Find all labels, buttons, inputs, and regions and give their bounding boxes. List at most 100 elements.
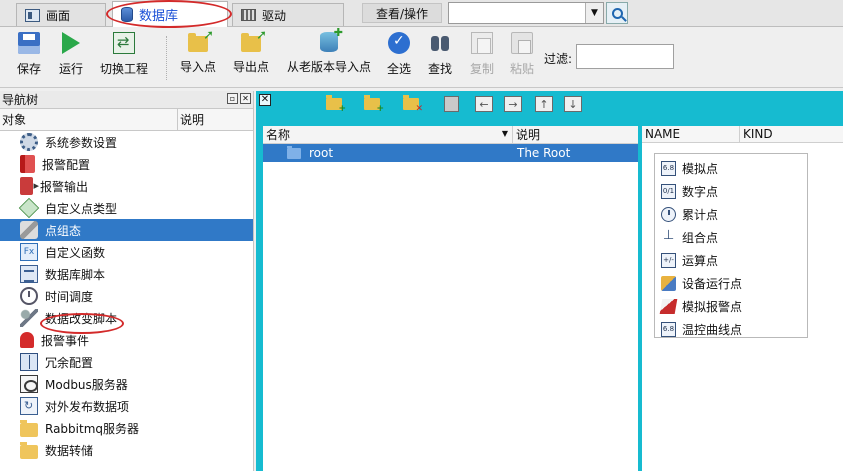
nav-item-system-params[interactable]: 系统参数设置 (0, 131, 253, 153)
tab-label: 驱动 (262, 8, 287, 23)
nav-item-label: 报警输出 (40, 179, 89, 194)
table-row[interactable]: root The Root (263, 144, 638, 162)
run-button[interactable]: 运行 (59, 32, 83, 77)
nav-item-alarm-output[interactable]: 报警输出 (0, 175, 253, 197)
export-folder-icon (241, 28, 267, 52)
import-legacy-button[interactable]: 从老版本导入点 (287, 26, 371, 75)
paste-button[interactable]: 粘贴 (510, 32, 534, 77)
kind-accumulate[interactable]: 累计点 (655, 203, 807, 226)
nav-tree-title: 导航树 (2, 93, 39, 107)
col-object[interactable]: 对象 (0, 109, 178, 130)
restore-icon[interactable]: ▫ (227, 93, 238, 104)
nav-item-point-type[interactable]: 自定义点类型 (0, 197, 253, 219)
nav-item-modbus[interactable]: Modbus服务器 (0, 373, 253, 395)
nav-item-label: 自定义函数 (45, 245, 106, 260)
add-point-button[interactable]: + (361, 95, 384, 114)
modbus-icon (20, 375, 38, 393)
switch-project-button[interactable]: 切换工程 (100, 32, 148, 77)
kind-composite[interactable]: 组合点 (655, 226, 807, 249)
kind-analog[interactable]: 6.8 模拟点 (655, 157, 807, 180)
col-name[interactable]: 名称 ▼ (263, 126, 513, 143)
nav-item-schedule[interactable]: 时间调度 (0, 285, 253, 307)
import-points-button[interactable]: 导入点 (180, 28, 216, 75)
screen-icon (25, 8, 40, 22)
tab-driver[interactable]: 驱动 (232, 3, 344, 26)
search-combo[interactable]: ▼ (448, 2, 604, 24)
nav-item-change-script[interactable]: 数据改变脚本 (0, 307, 253, 329)
export-points-button[interactable]: 导出点 (233, 28, 269, 75)
nav-item-rabbitmq[interactable]: Rabbitmq服务器 (0, 417, 253, 439)
nav-item-label: 报警事件 (41, 333, 90, 348)
delete-button[interactable]: ✕ (400, 95, 423, 114)
calc-point-icon: +/- (661, 253, 676, 268)
paste-toolbar-button[interactable] (440, 95, 462, 113)
nav-tree-header: 对象 说明 (0, 109, 253, 131)
search-icon (611, 7, 623, 19)
view-ops-button[interactable]: 查看/操作 (362, 3, 442, 23)
move-down-button[interactable]: ↓ (562, 95, 584, 113)
col-kind-name[interactable]: NAME (642, 126, 740, 142)
kind-temp-curve[interactable]: 6.8 温控曲线点 (655, 318, 807, 341)
nav-tree-panel: 导航树 ▫ ✕ 对象 说明 系统参数设置 报警配置 报警输出 自定义点类型 点组… (0, 91, 254, 471)
col-desc[interactable]: 说明 (178, 109, 204, 130)
select-all-label: 全选 (387, 62, 412, 76)
move-up-button[interactable]: ↑ (533, 95, 555, 113)
nav-item-redundancy[interactable]: 冗余配置 (0, 351, 253, 373)
point-config-icon (20, 221, 38, 239)
nav-item-alarm-config[interactable]: 报警配置 (0, 153, 253, 175)
nav-tree-title-bar: 导航树 ▫ ✕ (0, 91, 253, 109)
find-label: 查找 (428, 62, 453, 76)
nav-item-alarm-events[interactable]: 报警事件 (0, 329, 253, 351)
driver-icon (241, 9, 256, 21)
kind-label: 模拟点 (682, 162, 719, 176)
nav-item-custom-function[interactable]: Fx 自定义函数 (0, 241, 253, 263)
clock-icon (20, 287, 38, 305)
function-icon: Fx (20, 243, 38, 261)
delete-icon: ✕ (403, 95, 423, 114)
close-icon[interactable]: ✕ (240, 93, 251, 104)
kind-label: 运算点 (682, 254, 719, 268)
nav-item-label: 数据改变脚本 (45, 311, 118, 326)
arrow-up-icon: ↑ (535, 96, 553, 112)
search-button[interactable] (606, 2, 628, 24)
move-right-button[interactable]: → (502, 95, 524, 113)
nav-item-label: Modbus服务器 (45, 377, 128, 392)
kind-device-run[interactable]: 设备运行点 (655, 272, 807, 295)
col-name-label: 名称 (266, 128, 291, 142)
save-button[interactable]: 保存 (17, 32, 41, 77)
folder-icon (20, 419, 38, 437)
kind-label: 累计点 (682, 208, 719, 222)
nav-item-label: 数据转储 (45, 443, 94, 458)
add-folder-button[interactable]: + (323, 95, 346, 114)
nav-item-label: 系统参数设置 (45, 135, 118, 150)
find-button[interactable]: 查找 (428, 32, 452, 77)
tab-label: 数据库 (139, 9, 179, 24)
switch-project-icon (113, 32, 135, 54)
paste-icon (511, 32, 533, 54)
filter-input[interactable] (576, 44, 674, 69)
copy-button[interactable]: 复制 (470, 32, 494, 77)
tab-database[interactable]: 数据库 (112, 1, 228, 27)
select-all-button[interactable]: 全选 (387, 32, 411, 77)
database-icon (121, 7, 133, 22)
check-icon (388, 32, 410, 54)
tab-screen[interactable]: 画面 (16, 3, 106, 26)
nav-item-data-dump[interactable]: 数据转储 (0, 439, 253, 461)
nav-item-point-config[interactable]: 点组态 (0, 219, 253, 241)
bell-icon (20, 332, 34, 348)
nav-item-label: 点组态 (45, 223, 82, 238)
col-kind[interactable]: KIND (740, 126, 773, 142)
kind-analog-alarm[interactable]: 模拟报警点 (655, 295, 807, 318)
alarm-config-icon (20, 155, 35, 173)
close-icon[interactable]: ✕ (259, 94, 271, 106)
nav-item-publish[interactable]: 对外发布数据项 (0, 395, 253, 417)
nav-item-label: 自定义点类型 (45, 201, 118, 216)
chevron-down-icon[interactable]: ▼ (585, 3, 603, 23)
nav-item-db-script[interactable]: 数据库脚本 (0, 263, 253, 285)
folder-icon (20, 441, 38, 459)
move-left-button[interactable]: ← (473, 95, 495, 113)
kind-digital[interactable]: 0/1 数字点 (655, 180, 807, 203)
redundancy-icon (20, 353, 38, 371)
col-desc[interactable]: 说明 (513, 126, 540, 143)
kind-calc[interactable]: +/- 运算点 (655, 249, 807, 272)
